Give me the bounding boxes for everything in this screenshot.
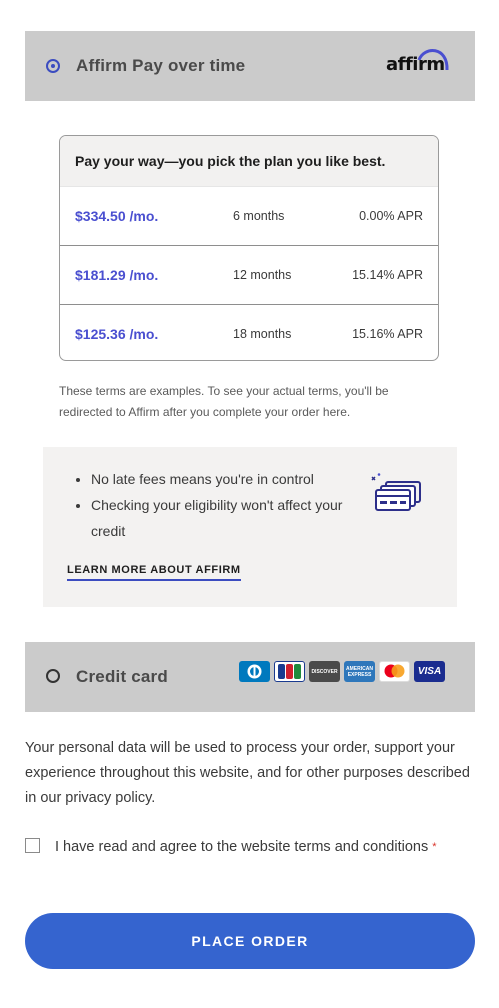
terms-agree-text: I have read and agree to the website ter…	[55, 839, 429, 855]
affirm-logo-text: affirm	[386, 54, 445, 75]
affirm-logo: affirm	[386, 46, 450, 76]
credit-card-title: Credit card	[76, 667, 168, 686]
terms-checkbox[interactable]	[25, 838, 40, 853]
jcb-logo	[274, 661, 305, 682]
terms-agree-label[interactable]: I have read and agree to the website ter…	[25, 834, 445, 860]
discover-logo: DISCOVER	[309, 661, 340, 682]
plan-term: 6 months	[233, 209, 285, 223]
plan-row[interactable]: $181.29 /mo. 12 months 15.14% APR	[60, 246, 438, 305]
plan-row[interactable]: $125.36 /mo. 18 months 15.16% APR	[60, 305, 438, 360]
benefits-box: No late fees means you're in control Che…	[43, 447, 457, 607]
credit-cards-icon	[371, 473, 421, 511]
benefit-item: No late fees means you're in control	[91, 466, 361, 492]
plan-term: 18 months	[233, 327, 292, 341]
plan-term: 12 months	[233, 268, 292, 282]
amex-logo: AMERICAN EXPRESS	[344, 661, 375, 682]
plan-apr: 15.14% APR	[352, 268, 423, 282]
plan-apr: 15.16% APR	[352, 327, 423, 341]
plan-amount: $125.36 /mo.	[75, 326, 159, 342]
plan-row[interactable]: $334.50 /mo. 6 months 0.00% APR	[60, 187, 438, 246]
terms-note: These terms are examples. To see your ac…	[59, 384, 389, 419]
plan-card: Pay your way—you pick the plan you like …	[59, 135, 439, 361]
plan-amount: $334.50 /mo.	[75, 208, 159, 224]
diners-club-logo	[239, 661, 270, 682]
plan-heading: Pay your way—you pick the plan you like …	[60, 136, 438, 187]
affirm-title: Affirm Pay over time	[76, 56, 246, 75]
credit-card-payment-option[interactable]: Credit card DISCOVER AMERICAN EXPRESS VI…	[25, 642, 475, 712]
place-order-button[interactable]: PLACE ORDER	[25, 913, 475, 969]
plan-amount: $181.29 /mo.	[75, 267, 159, 283]
learn-more-link[interactable]: LEARN MORE ABOUT AFFIRM	[67, 564, 241, 581]
card-logos: DISCOVER AMERICAN EXPRESS VISA	[239, 661, 445, 682]
benefits-list: No late fees means you're in control Che…	[73, 466, 361, 544]
affirm-radio[interactable]	[46, 59, 60, 73]
visa-logo: VISA	[414, 661, 445, 682]
mastercard-logo	[379, 661, 410, 682]
credit-card-radio[interactable]	[46, 669, 60, 683]
required-mark: *	[432, 841, 437, 853]
plan-apr: 0.00% APR	[359, 209, 423, 223]
privacy-notice: Your personal data will be used to proce…	[25, 740, 470, 806]
benefit-item: Checking your eligibility won't affect y…	[91, 492, 361, 544]
